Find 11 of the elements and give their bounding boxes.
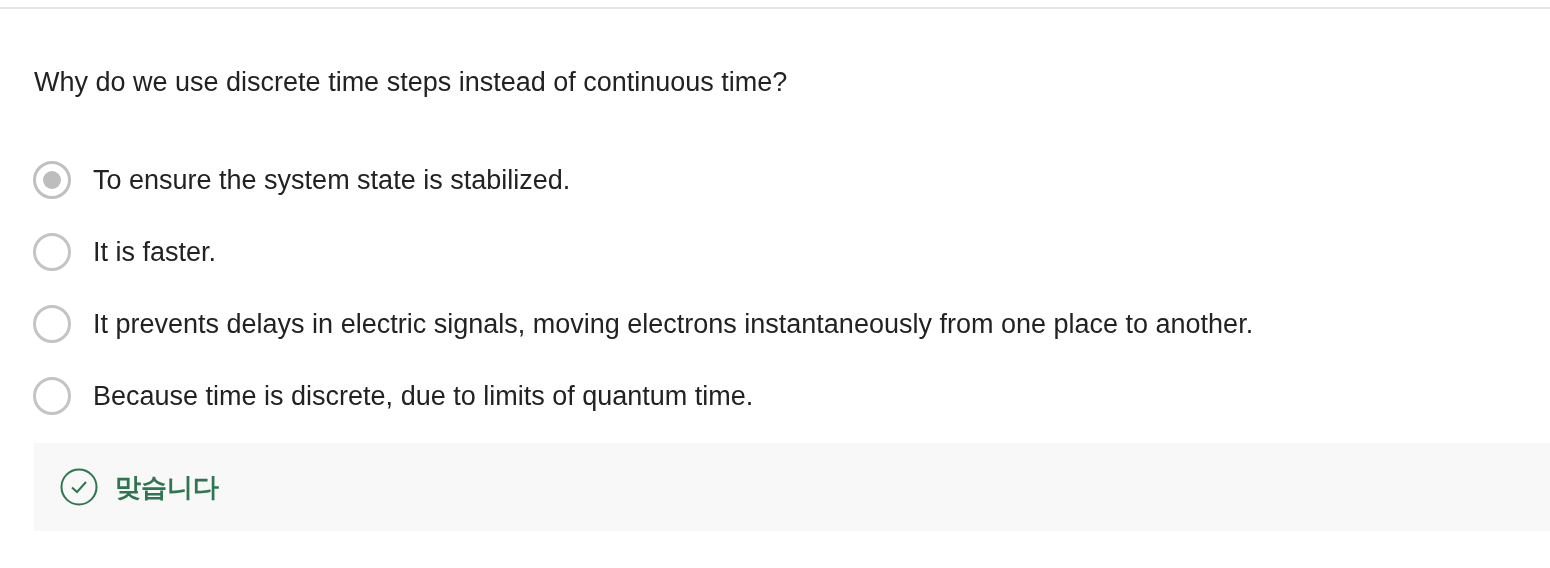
radio-button[interactable] <box>33 161 71 199</box>
question-text: Why do we use discrete time steps instead of continuous time? <box>34 66 789 99</box>
option-label[interactable]: It is faster. <box>93 235 217 269</box>
feedback-text: 맞습니다 <box>115 470 219 504</box>
option-label[interactable]: It prevents delays in electric signals, moving electrons instantaneously from one place to another. <box>93 307 1254 341</box>
radio-button[interactable] <box>33 305 71 343</box>
option-label[interactable]: To ensure the system state is stabilized. <box>93 163 571 197</box>
check-circle-icon <box>60 468 98 506</box>
radio-button[interactable] <box>33 233 71 271</box>
radio-button[interactable] <box>33 377 71 415</box>
option-label[interactable]: Because time is discrete, due to limits of quantum time. <box>93 379 754 413</box>
